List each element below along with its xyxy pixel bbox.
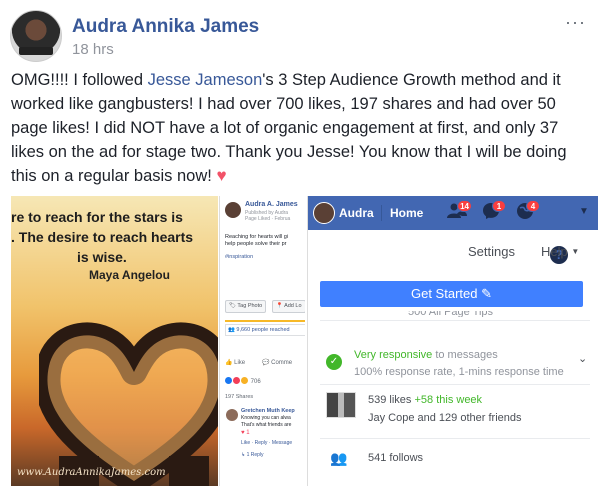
page-follows: 541 follows <box>368 452 424 464</box>
quote-line-2: . The desire to reach hearts <box>11 229 194 245</box>
mini-like-button: 👍 Like <box>225 360 246 366</box>
mini-comment-reaction-count: 1 <box>246 430 250 436</box>
mini-tag-photo-button: 🏷 Tag Photo <box>225 300 267 313</box>
mini-comment-label: Comme <box>271 360 293 366</box>
messages-badge: 1 <box>492 200 506 212</box>
author-avatar[interactable] <box>10 10 62 62</box>
mini-comment-line-1: Knowing you can alwa <box>241 415 291 421</box>
page-screenshot: Audra Home 14 1 4 ? ▼ Settings Help ▼ Ge… <box>307 196 598 486</box>
pencil-icon: ✎ <box>481 286 492 301</box>
friends-badge: 14 <box>457 200 472 212</box>
responsiveness: Very responsive to messages <box>354 349 498 361</box>
like-reaction-icon <box>225 377 232 384</box>
nav-name: Audra <box>339 206 374 220</box>
quote-author: Maya Angelou <box>89 268 170 282</box>
post-image[interactable]: re to reach for the stars is . The desir… <box>11 196 598 486</box>
messenger-response-icon: ✓ <box>326 354 342 370</box>
mini-avatar <box>225 202 241 218</box>
follows-icon: 👥 <box>330 450 348 466</box>
quote-image: re to reach for the stars is . The desir… <box>11 196 218 486</box>
author-name[interactable]: Audra Annika James <box>72 16 259 38</box>
get-started-label: Get Started <box>410 286 478 301</box>
responsive-suffix: to messages <box>435 349 498 361</box>
get-started-button: Get Started ✎ <box>320 281 583 307</box>
mini-progress-bar <box>225 320 305 322</box>
mini-comment-reaction: ♥ 1 <box>241 430 250 436</box>
post-text: OMG!!!! I followed Jesse Jameson's 3 Ste… <box>11 68 593 188</box>
liker-avatars <box>326 392 356 418</box>
nav-home: Home <box>390 206 424 220</box>
messenger-icon: 1 <box>480 200 506 224</box>
settings-link: Settings <box>468 244 515 259</box>
responsive-label: Very responsive <box>354 349 433 361</box>
heart-hands-icon <box>39 322 218 486</box>
nav-dropdown-icon: ▼ <box>579 206 589 217</box>
mini-commenter-name: Gretchen Muth Keep <box>241 408 295 414</box>
mini-people-reached-label: 9,660 people reached <box>236 327 290 333</box>
post-timestamp[interactable]: 18 hrs <box>72 41 114 58</box>
avatar-band <box>19 47 53 55</box>
mini-hashtag: #inspiration <box>225 254 254 260</box>
nav-avatar <box>313 202 335 224</box>
mini-author: Audra A. James <box>245 201 298 208</box>
mini-reactions: 706 <box>225 377 261 385</box>
mini-comment-button: 💬 Comme <box>262 360 293 366</box>
quote-line-1: re to reach for the stars is <box>11 209 183 225</box>
quote-line-3: is wise. <box>77 249 127 265</box>
post-screenshot: Audra A. James Published by Audra Page L… <box>219 196 305 486</box>
mini-people-reached: 👥 9,660 people reached <box>225 324 305 336</box>
likes-this-week: +58 this week <box>414 394 483 406</box>
help-caret-icon: ▼ <box>571 247 580 256</box>
post-text-before: OMG!!!! I followed <box>11 71 148 89</box>
mini-shares: 197 Shares <box>225 394 254 400</box>
top-nav: Audra Home 14 1 4 ? ▼ <box>308 196 598 264</box>
heart-emoji-icon: ♥ <box>216 166 227 185</box>
love-reaction-icon <box>233 377 240 384</box>
likes-total: 539 likes <box>368 394 412 406</box>
mini-tag-photo-label: Tag Photo <box>237 303 263 309</box>
mention-link[interactable]: Jesse Jameson <box>148 71 263 89</box>
divider <box>320 384 590 385</box>
mini-meta-date: Page Liked · Februa <box>245 216 291 222</box>
mini-comment-actions: Like · Reply · Message <box>241 440 293 446</box>
wow-reaction-icon <box>241 377 248 384</box>
divider <box>320 438 590 439</box>
mini-body-line-2: help people solve their pr <box>225 241 287 247</box>
friend-requests-icon: 14 <box>446 200 472 224</box>
mini-body-line-1: Reaching for hearts will gi <box>225 234 288 240</box>
mini-add-location-label: Add Lo <box>284 303 302 309</box>
watermark: www.AudraAnnikaJames.com <box>17 467 166 478</box>
help-label: Help <box>541 244 568 259</box>
more-options-icon[interactable]: ··· <box>565 12 586 33</box>
mini-comment-line-2: That's what friends are <box>241 422 292 428</box>
friends-who-like: Jay Cope and 129 other friends <box>368 412 522 424</box>
mini-reply-label: 1 Reply <box>246 452 264 458</box>
chevron-down-icon: ⌄ <box>578 353 588 365</box>
help-menu: Help ▼ <box>541 244 579 259</box>
mini-like-label: Like <box>234 360 246 366</box>
mini-reaction-count: 706 <box>250 379 261 385</box>
globe-icon: 4 <box>514 200 540 224</box>
mini-add-location-button: 📍 Add Lo <box>272 300 305 313</box>
response-rate: 100% response rate, 1-mins response time <box>354 366 564 378</box>
notifications-badge: 4 <box>526 200 540 212</box>
post-header: Audra Annika James 18 hrs ··· <box>10 10 590 62</box>
clipped-tips-text: 500 All Page Tips <box>408 311 494 317</box>
page-likes: 539 likes +58 this week <box>368 394 482 406</box>
mini-commenter-avatar <box>226 409 238 421</box>
nav-divider <box>381 205 382 221</box>
mini-reply-link: ↳ 1 Reply <box>241 452 264 458</box>
divider <box>320 320 590 321</box>
